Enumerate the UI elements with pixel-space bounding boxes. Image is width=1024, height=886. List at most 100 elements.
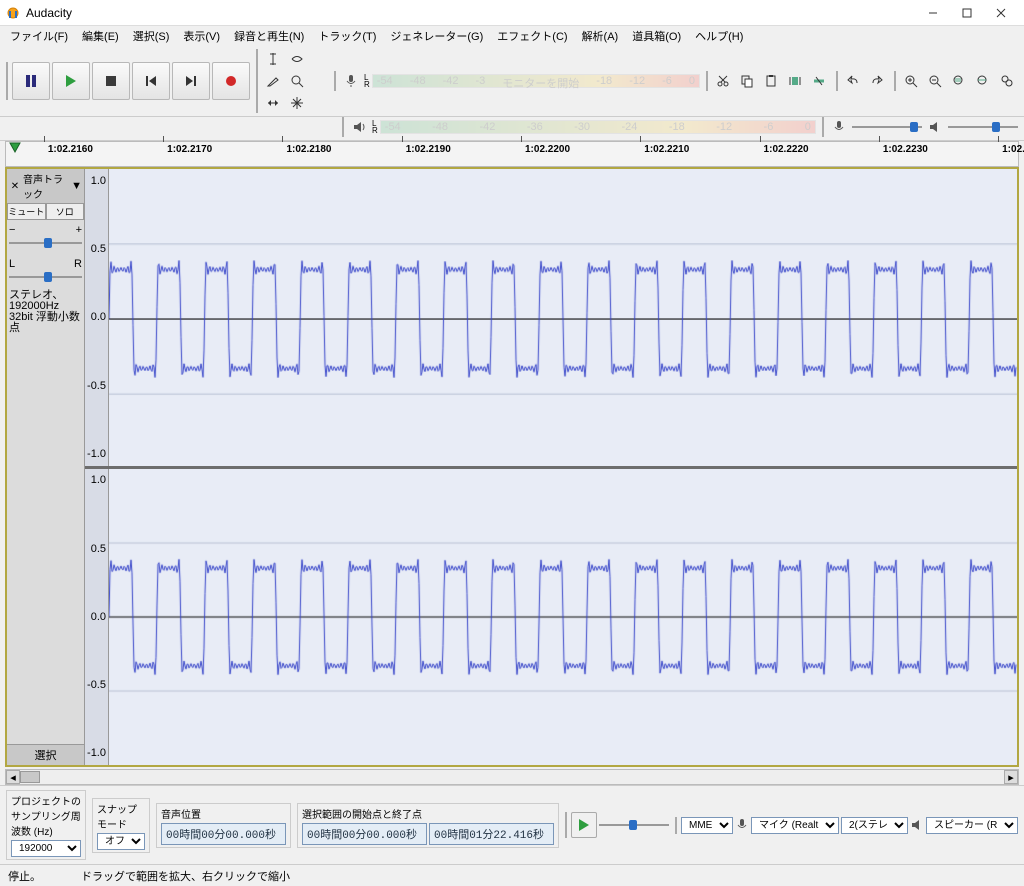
maximize-button[interactable] — [950, 2, 984, 24]
project-rate-select[interactable]: 192000 — [11, 840, 81, 857]
snap-select[interactable]: オフ — [97, 833, 145, 850]
titlebar: Audacity — [0, 0, 1024, 26]
recording-device-select[interactable]: マイク (Realt — [751, 817, 839, 834]
toolbar-area-2: LR -54-48-42-36-30-24-18-12-60 — [0, 117, 1024, 141]
menu-トラック[interactable]: トラック(T) — [312, 26, 382, 46]
track-close-button[interactable]: ✕ — [9, 180, 21, 192]
skip-end-button[interactable] — [172, 62, 210, 100]
device-toolbar: MME マイク (Realt 2(ステレ スピーカー (R — [675, 817, 1018, 834]
trim-icon[interactable] — [784, 71, 806, 91]
track-control-panel: ✕ 音声トラック ▼ ミュート ソロ −+ LR ステレオ、192000Hz 3… — [7, 169, 85, 765]
audio-host-select[interactable]: MME — [681, 817, 733, 834]
stop-button[interactable] — [92, 62, 130, 100]
selection-start-display[interactable]: 00時間00分00.000秒 — [302, 823, 427, 845]
cut-icon[interactable] — [712, 71, 734, 91]
timeline-ruler[interactable]: 1:02.21601:02.21701:02.21801:02.21901:02… — [5, 141, 1019, 167]
selection-tool-icon[interactable] — [262, 49, 284, 69]
fit-selection-icon[interactable] — [948, 71, 970, 91]
record-button[interactable] — [212, 62, 250, 100]
menu-ファイル[interactable]: ファイル(F) — [4, 26, 74, 46]
selection-label: 選択範囲の開始点と終了点 — [302, 806, 554, 821]
menu-エフェクト[interactable]: エフェクト(C) — [491, 26, 573, 46]
snap-label: スナップモード — [97, 801, 145, 831]
menu-選択[interactable]: 選択(S) — [127, 26, 176, 46]
scrollbar-thumb[interactable] — [20, 771, 40, 783]
tools-toolbar — [256, 49, 328, 113]
status-hint: ドラッグで範囲を拡大、右クリックで縮小 — [81, 868, 290, 884]
meter-lr-label: LR — [364, 74, 370, 88]
zoom-toggle-icon[interactable] — [996, 71, 1018, 91]
menu-ヘルプ[interactable]: ヘルプ(H) — [689, 26, 749, 46]
toolbar-area: LR -54-48-42-3モニターを開始-18-12-60 — [0, 46, 1024, 117]
solo-button[interactable]: ソロ — [46, 203, 85, 220]
menu-録音と再生[interactable]: 録音と再生(N) — [228, 26, 310, 46]
selection-toolbar: プロジェクトのサンプリング周波数 (Hz) 192000 スナップモード オフ … — [0, 785, 1024, 864]
timeshift-tool-icon[interactable] — [262, 93, 284, 113]
play-volume-spk-icon — [924, 117, 946, 137]
project-rate-label: プロジェクトのサンプリング周波数 (Hz) — [11, 793, 81, 838]
statusbar: 停止。 ドラッグで範囲を拡大、右クリックで縮小 — [0, 864, 1024, 886]
menu-道具箱[interactable]: 道具箱(O) — [626, 26, 687, 46]
menu-解析[interactable]: 解析(A) — [576, 26, 625, 46]
scroll-right-arrow-icon[interactable]: ▸ — [1004, 770, 1018, 784]
snap-box: スナップモード オフ — [92, 798, 150, 853]
undo-icon[interactable] — [842, 71, 864, 91]
minimize-button[interactable] — [916, 2, 950, 24]
menu-表示[interactable]: 表示(V) — [177, 26, 226, 46]
playback-device-select[interactable]: スピーカー (R — [926, 817, 1018, 834]
mute-button[interactable]: ミュート — [7, 203, 46, 220]
menu-ジェネレーター[interactable]: ジェネレーター(G) — [384, 26, 489, 46]
multi-tool-icon[interactable] — [286, 93, 308, 113]
horizontal-scrollbar[interactable]: ◂ ▸ — [5, 769, 1019, 785]
pan-slider-row: LR — [7, 254, 84, 288]
zoom-toolbar — [894, 71, 1018, 91]
fit-project-icon[interactable] — [972, 71, 994, 91]
zoom-out-icon[interactable] — [924, 71, 946, 91]
redo-icon[interactable] — [866, 71, 888, 91]
envelope-tool-icon[interactable] — [286, 49, 308, 69]
audio-position-box: 音声位置 00時間00分00.000秒 — [156, 803, 291, 848]
scroll-left-arrow-icon[interactable]: ◂ — [6, 770, 20, 784]
spk-device-icon — [910, 818, 924, 832]
undo-toolbar — [836, 71, 888, 91]
record-meter[interactable]: -54-48-42-3モニターを開始-18-12-60 — [372, 74, 700, 88]
menu-編集[interactable]: 編集(E) — [76, 26, 125, 46]
rec-meter-toolbar: LR -54-48-42-3モニターを開始-18-12-60 — [334, 71, 700, 91]
gain-slider[interactable] — [9, 236, 82, 250]
draw-tool-icon[interactable] — [262, 71, 284, 91]
menubar: ファイル(F)編集(E)選択(S)表示(V)録音と再生(N)トラック(T)ジェネ… — [0, 26, 1024, 46]
play-button[interactable] — [52, 62, 90, 100]
track-select-button[interactable]: 選択 — [35, 750, 57, 762]
channel-right[interactable]: 1.00.50.0-0.5-1.0 — [85, 469, 1017, 766]
play-at-speed-toolbar — [565, 812, 669, 838]
close-button[interactable] — [984, 2, 1018, 24]
speaker-icon[interactable] — [348, 117, 370, 137]
transport-toolbar — [6, 62, 250, 100]
channel-left[interactable]: 1.00.50.0-0.5-1.0 — [85, 169, 1017, 469]
recording-channels-select[interactable]: 2(ステレ — [841, 817, 908, 834]
pause-button[interactable] — [12, 62, 50, 100]
playback-meter[interactable]: -54-48-42-36-30-24-18-12-60 — [380, 120, 816, 134]
app-logo-icon — [6, 6, 20, 20]
selection-end-display[interactable]: 00時間01分22.416秒 — [429, 823, 554, 845]
track-waveform-view[interactable]: 1.00.50.0-0.5-1.0 1.00.50.0-0.5-1.0 — [85, 169, 1017, 765]
zoom-in-icon[interactable] — [900, 71, 922, 91]
paste-icon[interactable] — [760, 71, 782, 91]
mixer-toolbar — [822, 117, 1018, 137]
skip-start-button[interactable] — [132, 62, 170, 100]
play-at-speed-button[interactable] — [571, 812, 597, 838]
rec-volume-slider[interactable] — [852, 120, 922, 134]
playback-speed-slider[interactable] — [599, 818, 669, 832]
pan-slider[interactable] — [9, 270, 82, 284]
mic-icon[interactable] — [340, 71, 362, 91]
meter-lr-label-2: LR — [372, 120, 378, 134]
audio-position-display[interactable]: 00時間00分00.000秒 — [161, 823, 286, 845]
silence-icon[interactable] — [808, 71, 830, 91]
track-name[interactable]: 音声トラック — [23, 171, 69, 201]
play-volume-slider[interactable] — [948, 120, 1018, 134]
track-menu-chevron-icon[interactable]: ▼ — [71, 180, 82, 192]
zoom-tool-icon[interactable] — [286, 71, 308, 91]
track-format-info: ステレオ、192000Hz 32bit 浮動小数点 — [7, 288, 84, 336]
copy-icon[interactable] — [736, 71, 758, 91]
selection-box: 選択範囲の開始点と終了点 00時間00分00.000秒 00時間01分22.41… — [297, 803, 559, 848]
